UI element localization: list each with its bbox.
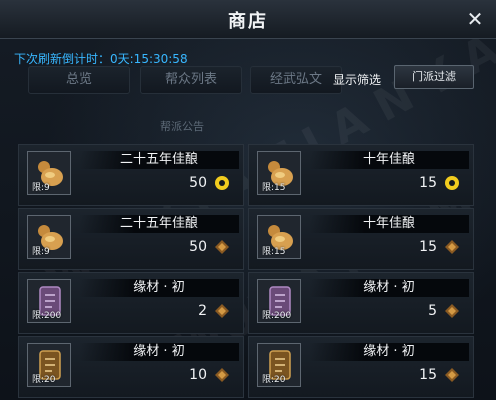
material-tablet-icon: 限:200 xyxy=(257,279,301,323)
purchase-limit: 限:15 xyxy=(262,247,286,257)
item-name-bar: 十年佳酿 xyxy=(309,151,469,169)
gold-coin-icon xyxy=(215,176,229,190)
guild-emblem-icon xyxy=(215,368,229,382)
item-price: 50 xyxy=(189,175,207,191)
purchase-limit: 限:200 xyxy=(32,311,62,321)
refresh-countdown: 下次刷新倒计时：0天:15:30:58 xyxy=(14,52,188,66)
item-name-bar: 缘材 · 初 xyxy=(309,343,469,361)
material-tablet-icon: 限:20 xyxy=(257,343,301,387)
guild-emblem-icon xyxy=(215,304,229,318)
gourd-icon: 限:15 xyxy=(257,151,301,195)
purchase-limit: 限:15 xyxy=(262,183,286,193)
shop-item-card[interactable]: 限:15 十年佳酿 15 xyxy=(248,144,474,206)
purchase-limit: 限:20 xyxy=(32,375,56,385)
guild-emblem-icon xyxy=(215,240,229,254)
shop-item-card[interactable]: 限:20 缘材 · 初 15 xyxy=(248,336,474,398)
material-tablet-icon: 限:200 xyxy=(27,279,71,323)
shop-item-card[interactable]: 限:9 二十五年佳酿 50 xyxy=(18,144,244,206)
item-name-bar: 缘材 · 初 xyxy=(309,279,469,297)
shop-item-card[interactable]: 限:15 十年佳酿 15 xyxy=(248,208,474,270)
item-name-bar: 二十五年佳酿 xyxy=(79,215,239,233)
item-price: 5 xyxy=(428,303,437,319)
purchase-limit: 限:9 xyxy=(32,247,50,257)
filter-label: 显示筛选 xyxy=(333,73,382,87)
title-bar: 商店 ✕ xyxy=(0,0,496,39)
guild-notice-label: 帮派公告 xyxy=(160,120,204,133)
tab-member-list[interactable]: 帮众列表 xyxy=(140,66,242,94)
item-name: 缘材 · 初 xyxy=(133,344,185,359)
purchase-limit: 限:20 xyxy=(262,375,286,385)
item-name: 二十五年佳酿 xyxy=(119,152,198,167)
material-tablet-icon: 限:20 xyxy=(27,343,71,387)
purchase-limit: 限:200 xyxy=(262,311,292,321)
item-price: 15 xyxy=(419,239,437,255)
close-icon[interactable]: ✕ xyxy=(464,8,486,30)
shop-item-card[interactable]: 限:200 缘材 · 初 5 xyxy=(248,272,474,334)
item-price: 2 xyxy=(198,303,207,319)
item-price: 50 xyxy=(189,239,207,255)
item-name-bar: 十年佳酿 xyxy=(309,215,469,233)
item-name-bar: 缘材 · 初 xyxy=(79,279,239,297)
item-name-bar: 二十五年佳酿 xyxy=(79,151,239,169)
item-name-bar: 缘材 · 初 xyxy=(79,343,239,361)
tab-label: 总览 xyxy=(65,72,92,87)
item-price: 15 xyxy=(419,367,437,383)
guild-emblem-icon xyxy=(445,240,459,254)
item-name: 缘材 · 初 xyxy=(363,344,415,359)
purchase-limit: 限:9 xyxy=(32,183,50,193)
window-title: 商店 xyxy=(228,11,268,32)
guild-emblem-icon xyxy=(445,368,459,382)
gold-coin-icon xyxy=(445,176,459,190)
shop-window: W U X I A T I A N Y A WUXIA . COM 商店 ✕ 下… xyxy=(0,0,496,400)
tab-label: 经武弘文 xyxy=(269,72,322,87)
item-name: 二十五年佳酿 xyxy=(119,216,198,231)
item-name: 缘材 · 初 xyxy=(133,280,185,295)
tab-label: 帮众列表 xyxy=(164,72,217,87)
gourd-icon: 限:9 xyxy=(27,215,71,259)
shop-item-card[interactable]: 限:200 缘材 · 初 2 xyxy=(18,272,244,334)
gourd-icon: 限:9 xyxy=(27,151,71,195)
tab-overview[interactable]: 总览 xyxy=(28,66,130,94)
faction-filter-dropdown[interactable]: 门派过滤 xyxy=(394,65,474,89)
gourd-icon: 限:15 xyxy=(257,215,301,259)
shop-item-card[interactable]: 限:20 缘材 · 初 10 xyxy=(18,336,244,398)
item-name: 十年佳酿 xyxy=(362,152,415,167)
item-name: 缘材 · 初 xyxy=(363,280,415,295)
item-name: 十年佳酿 xyxy=(362,216,415,231)
guild-emblem-icon xyxy=(445,304,459,318)
item-price: 15 xyxy=(419,175,437,191)
item-price: 10 xyxy=(189,367,207,383)
shop-item-card[interactable]: 限:9 二十五年佳酿 50 xyxy=(18,208,244,270)
tab-martial[interactable]: 经武弘文 xyxy=(250,66,342,94)
